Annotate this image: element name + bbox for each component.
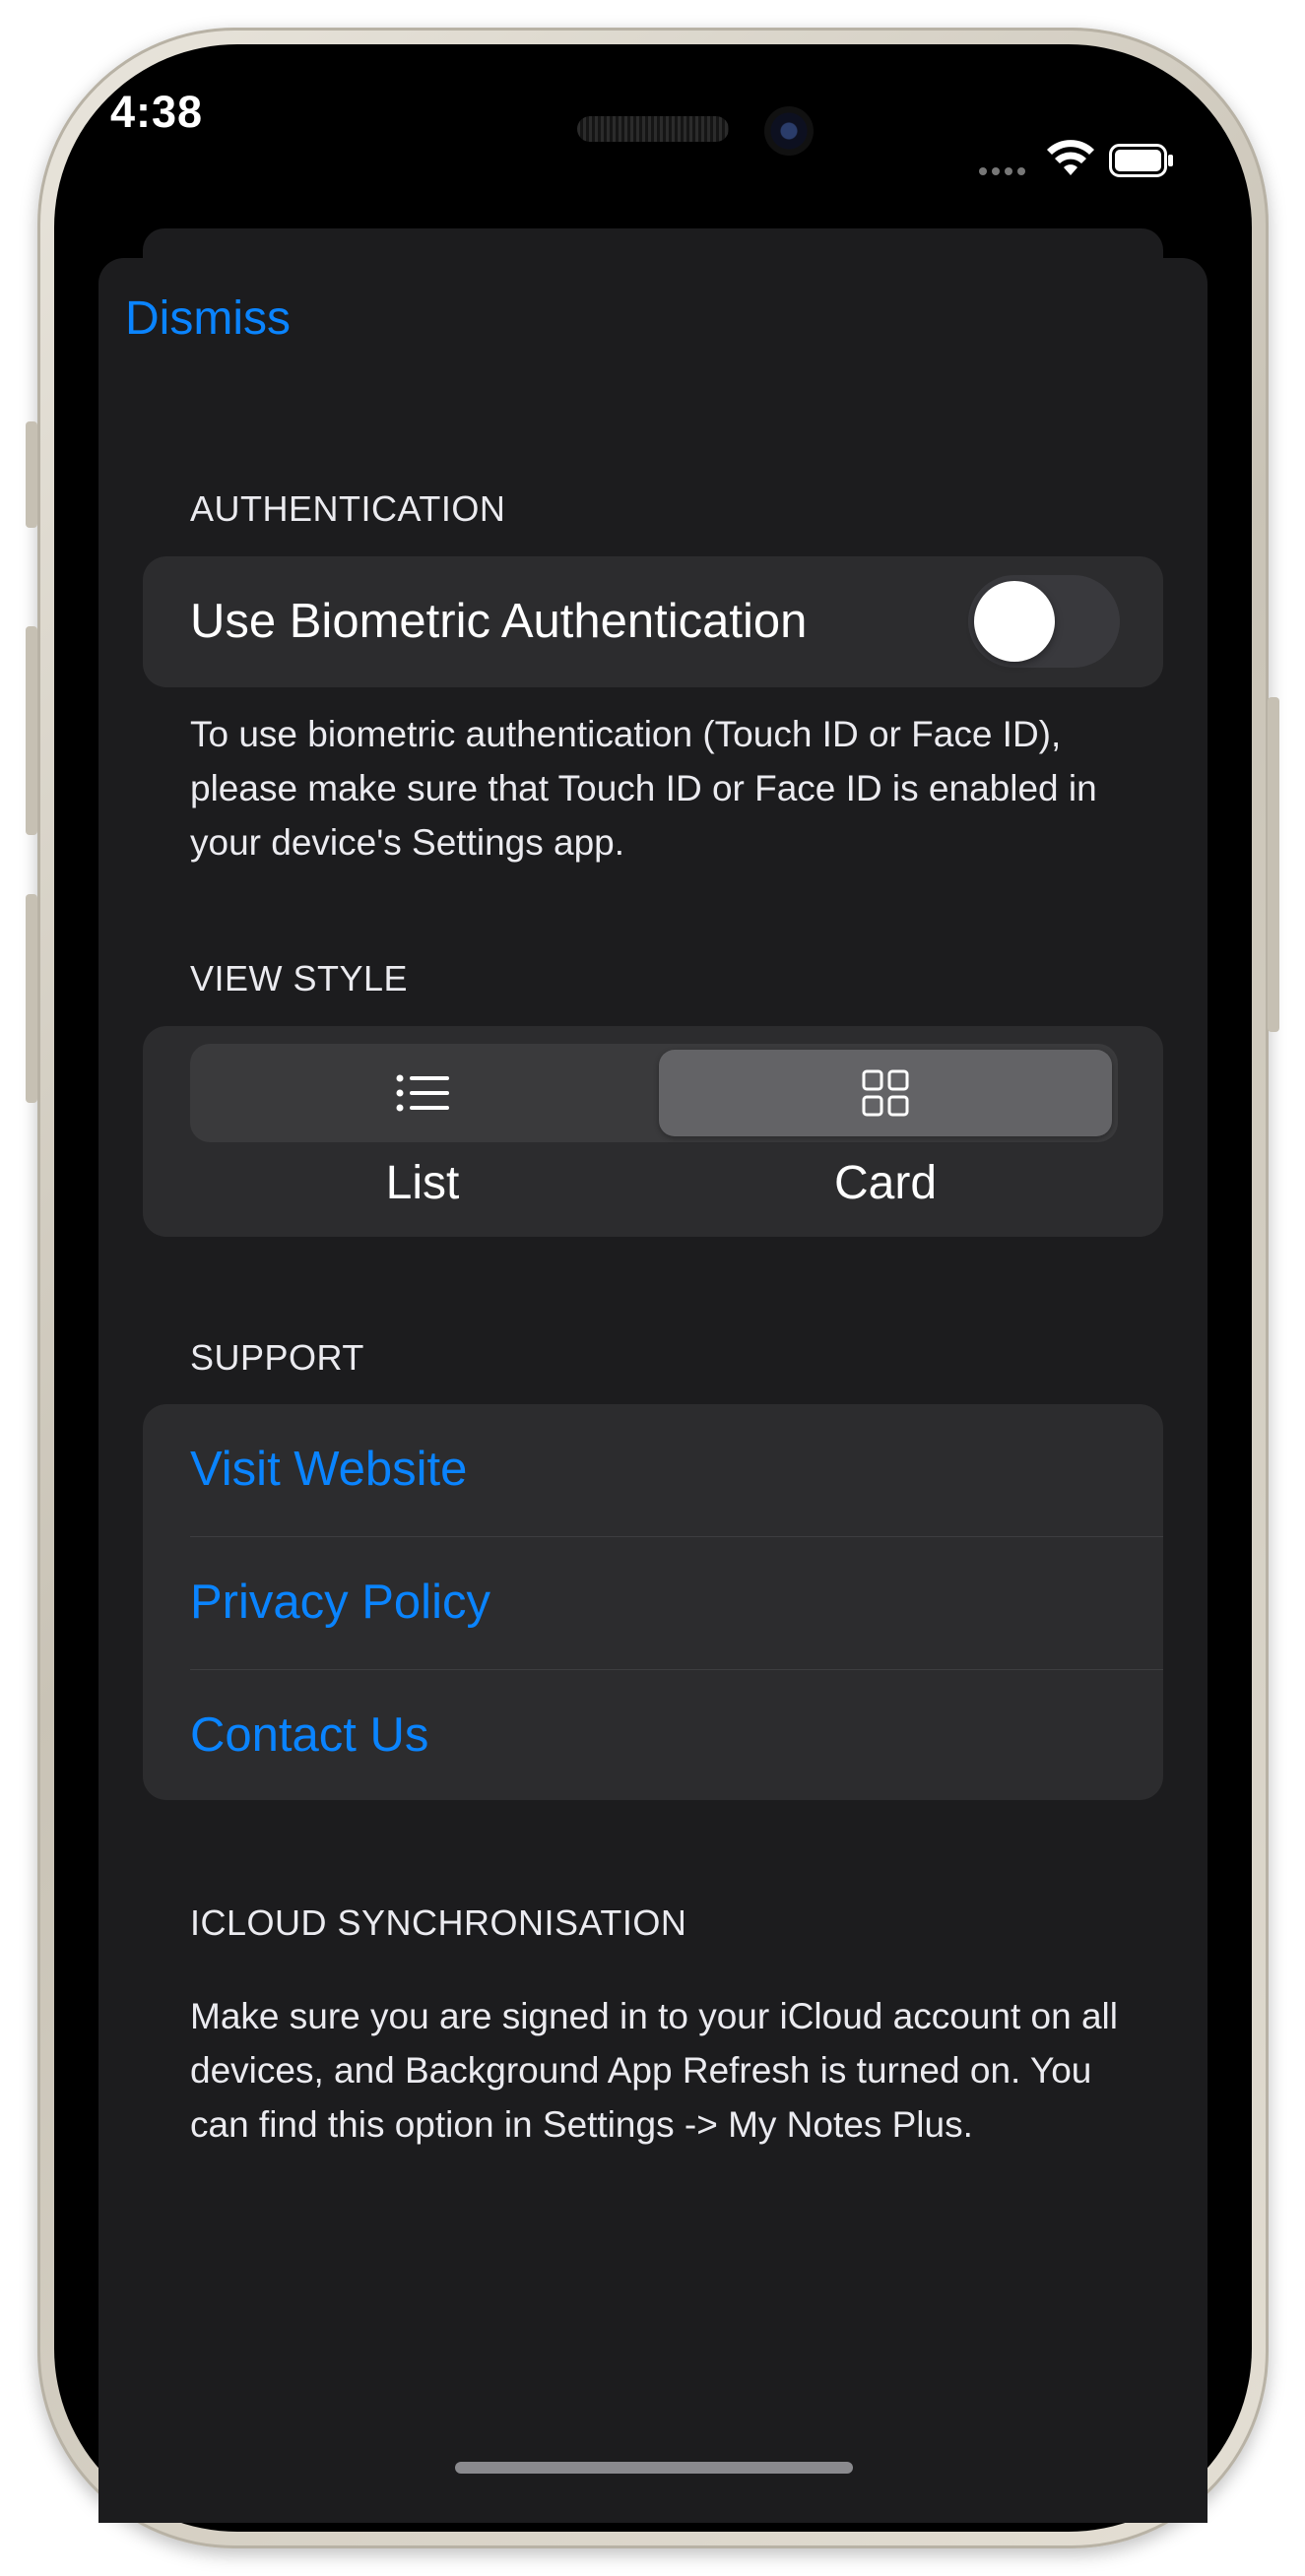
home-indicator[interactable] bbox=[455, 2462, 853, 2474]
view-style-segmented-control bbox=[190, 1044, 1118, 1142]
privacy-policy-label: Privacy Policy bbox=[190, 1576, 490, 1629]
segment-list[interactable] bbox=[196, 1050, 649, 1136]
volume-up-button bbox=[26, 626, 37, 835]
segment-card-label: Card bbox=[833, 1157, 938, 1209]
authentication-header: AUTHENTICATION bbox=[190, 488, 506, 529]
biometric-toggle[interactable] bbox=[968, 575, 1120, 668]
visit-website-label: Visit Website bbox=[190, 1443, 468, 1496]
biometric-label: Use Biometric Authentication bbox=[190, 595, 808, 648]
battery-icon bbox=[1109, 144, 1173, 177]
power-button bbox=[1268, 697, 1279, 1032]
icloud-header: ICLOUD SYNCHRONISATION bbox=[190, 1902, 687, 1943]
front-camera bbox=[764, 106, 814, 156]
toggle-knob bbox=[974, 581, 1055, 662]
authentication-footer: To use biometric authentication (Touch I… bbox=[190, 714, 1097, 863]
volume-down-button bbox=[26, 894, 37, 1103]
list-icon bbox=[396, 1074, 449, 1112]
dismiss-button[interactable]: Dismiss bbox=[125, 291, 291, 346]
support-header: SUPPORT bbox=[190, 1337, 364, 1378]
earpiece-speaker bbox=[577, 116, 729, 142]
mute-switch bbox=[26, 421, 37, 528]
biometric-row: Use Biometric Authentication bbox=[143, 556, 1163, 687]
contact-us-link[interactable]: Contact Us bbox=[143, 1670, 1163, 1801]
support-group: Visit Website Privacy Policy Contact Us bbox=[143, 1404, 1163, 1800]
status-time: 4:38 bbox=[110, 87, 204, 137]
visit-website-link[interactable]: Visit Website bbox=[143, 1404, 1163, 1535]
wifi-icon bbox=[1047, 140, 1094, 175]
segment-card[interactable] bbox=[659, 1050, 1112, 1136]
view-style-group: List Card bbox=[143, 1026, 1163, 1237]
icloud-text: Make sure you are signed in to your iClo… bbox=[190, 1996, 1118, 2145]
privacy-policy-link[interactable]: Privacy Policy bbox=[143, 1537, 1163, 1668]
grid-icon bbox=[862, 1069, 909, 1117]
contact-us-label: Contact Us bbox=[190, 1708, 429, 1762]
cellular-signal-icon bbox=[979, 167, 1025, 175]
segment-list-label: List bbox=[385, 1157, 460, 1209]
view-style-header: VIEW STYLE bbox=[190, 958, 409, 998]
